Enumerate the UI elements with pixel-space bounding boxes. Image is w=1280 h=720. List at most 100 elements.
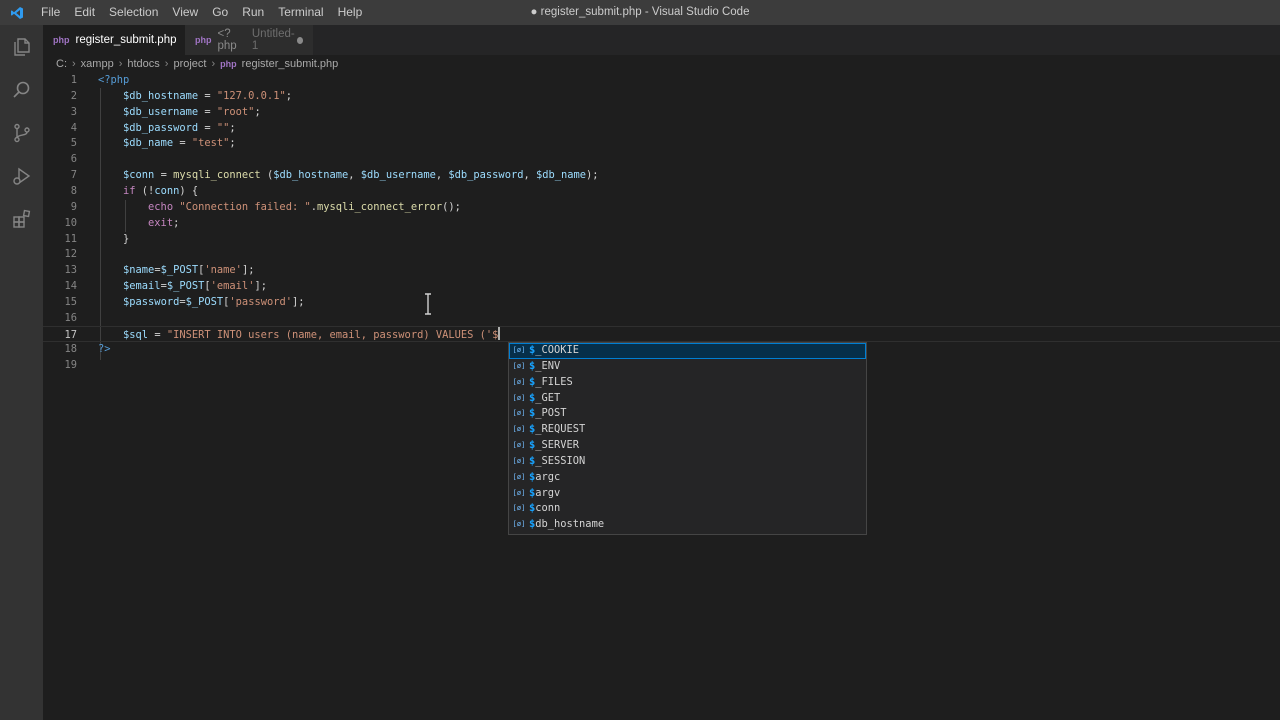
menu-item-terminal[interactable]: Terminal (271, 0, 330, 25)
code-line[interactable]: 13 $name=$_POST['name']; (43, 262, 1280, 278)
suggest-item[interactable]: [ø] $ _FILES (509, 375, 866, 391)
menu-item-go[interactable]: Go (205, 0, 235, 25)
variable-icon: [ø] (512, 346, 526, 354)
code-token: $db_name (535, 169, 587, 182)
code-token: ]; (254, 280, 267, 293)
suggest-label: _REQUEST (535, 423, 586, 436)
suggest-item[interactable]: [ø] $ _POST (509, 406, 866, 422)
modified-dot-icon[interactable] (296, 36, 303, 44)
menu-item-help[interactable]: Help (331, 0, 370, 25)
code-line[interactable]: 9 echo "Connection failed: ".mysqli_conn… (43, 199, 1280, 215)
variable-icon: [ø] (512, 488, 526, 497)
code-token: $db_username (123, 105, 199, 118)
breadcrumb-item[interactable]: C: (56, 58, 67, 70)
suggest-item[interactable]: [ø] $ db_hostname (509, 517, 866, 533)
line-number: 3 (70, 105, 77, 118)
code-line[interactable]: 15 $password=$_POST['password']; (43, 294, 1280, 310)
suggest-label: argv (535, 486, 561, 499)
code-token: ; (254, 105, 261, 118)
breadcrumb-item[interactable]: xampp (81, 58, 114, 70)
line-number: 17 (64, 328, 77, 341)
code-token: , (523, 169, 536, 182)
tab-register-submit[interactable]: php register_submit.php (43, 25, 185, 55)
variable-icon: [ø] (512, 441, 526, 450)
code-token: "INSERT INTO users (name, email, passwor… (166, 328, 499, 341)
menu-item-edit[interactable]: Edit (67, 0, 102, 25)
suggest-label: _POST (535, 407, 567, 420)
code-line[interactable]: 10 exit; (43, 215, 1280, 231)
menu-item-run[interactable]: Run (235, 0, 271, 25)
code-text: } (98, 231, 129, 247)
suggest-item[interactable]: [ø] $ _GET (509, 391, 866, 407)
suggest-item[interactable]: [ø] $ _SERVER (509, 438, 866, 454)
variable-icon: [ø] (512, 409, 526, 418)
explorer-icon[interactable] (0, 25, 43, 68)
code-token: ); (586, 169, 599, 182)
code-line[interactable]: 8 if (!conn) { (43, 183, 1280, 199)
code-line[interactable]: 11 } (43, 231, 1280, 247)
line-number: 6 (70, 153, 77, 166)
code-token: mysqli_connect_error (316, 200, 443, 213)
line-number: 16 (64, 311, 77, 324)
code-line[interactable]: 4 $db_password = ""; (43, 120, 1280, 136)
breadcrumb-item[interactable]: project (173, 58, 206, 70)
code-line[interactable]: 16 (43, 310, 1280, 326)
suggest-item[interactable]: [ø] $ _REQUEST (509, 422, 866, 438)
code-token: "test" (191, 137, 230, 150)
line-number: 2 (70, 89, 77, 102)
run-debug-icon[interactable] (0, 154, 43, 197)
suggest-item[interactable]: [ø] $ conn (509, 501, 866, 517)
code-line[interactable]: 1 <?php (43, 72, 1280, 88)
text-cursor (498, 326, 501, 340)
code-token: mysqli_connect (173, 169, 261, 182)
search-icon[interactable] (0, 68, 43, 111)
extensions-icon[interactable] (0, 197, 43, 240)
code-token: $db_hostname (123, 89, 199, 102)
activity-bar (0, 25, 43, 720)
source-control-icon[interactable] (0, 111, 43, 154)
suggest-label: _SERVER (535, 439, 580, 452)
breadcrumb-item[interactable]: htdocs (127, 58, 159, 70)
code-token: conn (154, 184, 180, 197)
code-line[interactable]: 17 $sql = "INSERT INTO users (name, emai… (43, 325, 1280, 342)
menu-item-file[interactable]: File (34, 0, 67, 25)
menu-item-selection[interactable]: Selection (102, 0, 165, 25)
tab-untitled-1[interactable]: php <?php Untitled-1 (185, 25, 313, 55)
breadcrumb: C: › xampp › htdocs › project › php register_subm… (43, 55, 338, 72)
code-text: exit; (98, 215, 179, 231)
code-token: = (198, 105, 217, 118)
code-line[interactable]: 3 $db_username = "root"; (43, 104, 1280, 120)
code-token: , (348, 169, 361, 182)
code-line[interactable]: 12 (43, 246, 1280, 262)
suggest-item[interactable]: [ø] $ argc (509, 470, 866, 486)
code-token: = (198, 89, 217, 102)
code-line[interactable]: 6 (43, 151, 1280, 167)
code-line[interactable]: 14 $email=$_POST['email']; (43, 278, 1280, 294)
breadcrumb-item[interactable]: register_submit.php (242, 58, 339, 70)
code-text: $db_name = "test"; (98, 135, 236, 151)
code-token: ; (173, 216, 180, 229)
code-line[interactable]: 2 $db_hostname = "127.0.0.1"; (43, 88, 1280, 104)
code-token: $db_username (360, 169, 436, 182)
code-line[interactable]: 7 $conn = mysqli_connect ($db_hostname, … (43, 167, 1280, 183)
suggest-item[interactable]: [ø] $ _SESSION (509, 454, 866, 470)
chevron-right-icon: › (211, 57, 216, 70)
suggest-item[interactable]: [ø] $ _ENV (509, 359, 866, 375)
line-number: 13 (64, 264, 77, 277)
suggest-item[interactable]: [ø] $ argv (509, 486, 866, 502)
code-text: $db_username = "root"; (98, 104, 261, 120)
line-number: 9 (70, 200, 77, 213)
code-token: $email (123, 280, 161, 293)
menu-item-view[interactable]: View (165, 0, 205, 25)
code-line[interactable]: 5 $db_name = "test"; (43, 135, 1280, 151)
code-token: $conn (123, 169, 155, 182)
suggest-item[interactable]: [ø] $ _COOKIE (509, 343, 866, 359)
suggest-widget[interactable]: [ø] $ _COOKIE [ø] $ _ENV [ø] $ _FILES [ø] $ _GET [ø]… (508, 342, 867, 535)
tab-label: <?php (217, 28, 237, 52)
variable-icon: [ø] (512, 520, 526, 529)
line-number: 15 (64, 295, 77, 308)
